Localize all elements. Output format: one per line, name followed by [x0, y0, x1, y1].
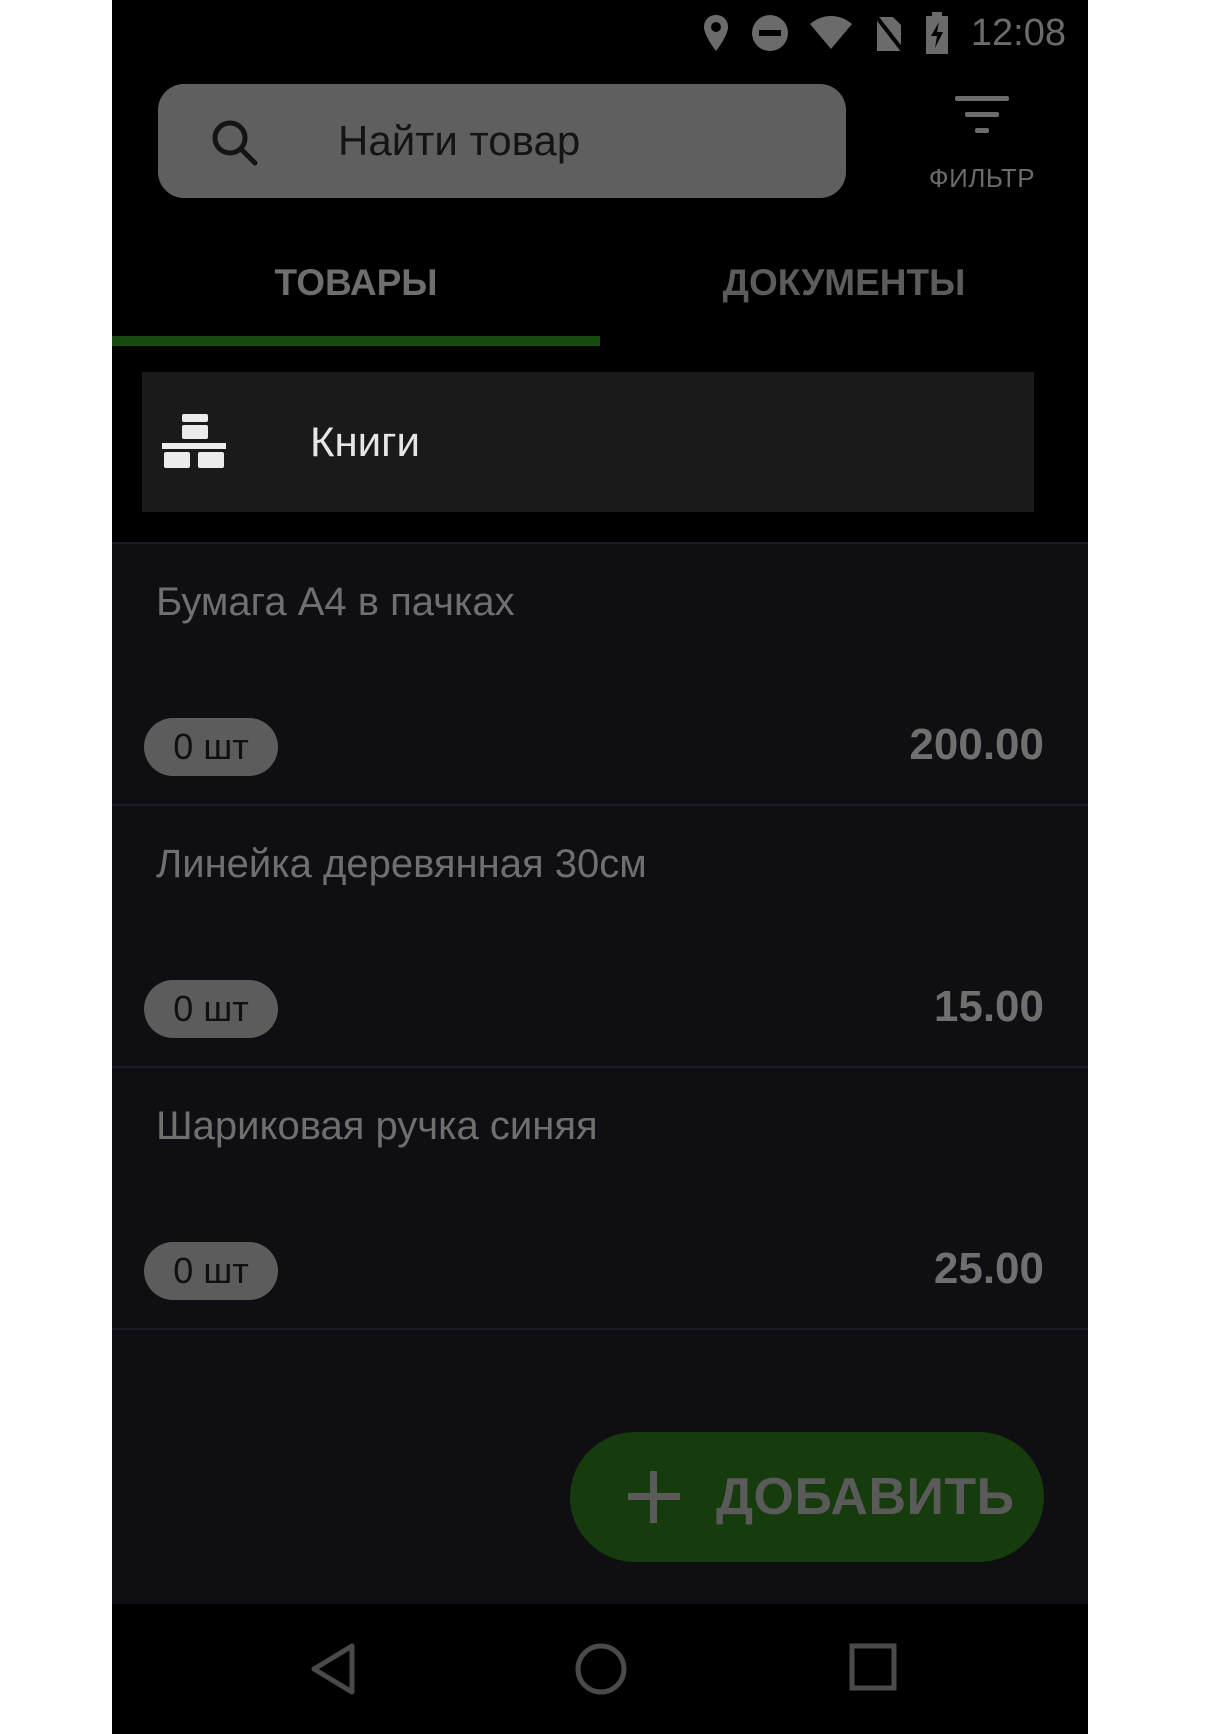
filter-label: ФИЛЬТР [928, 163, 1036, 193]
recents-icon[interactable] [848, 1642, 898, 1697]
active-tab-indicator [112, 336, 600, 346]
item-name: Линейка деревянная 30см [156, 842, 647, 886]
wifi-icon [809, 15, 853, 51]
tab-bar: ТОВАРЫ ДОКУМЕНТЫ [112, 240, 1088, 346]
tab-products[interactable]: ТОВАРЫ [112, 240, 600, 346]
list-divider [112, 1328, 1088, 1330]
search-input[interactable] [338, 84, 818, 198]
filter-icon[interactable] [912, 94, 1052, 141]
search-box[interactable] [158, 84, 846, 198]
battery-charging-icon [925, 12, 949, 54]
item-price: 25.00 [933, 1244, 1044, 1293]
home-icon[interactable] [574, 1642, 628, 1701]
no-sim-icon [873, 13, 905, 53]
tab-documents[interactable]: ДОКУМЕНТЫ [600, 240, 1088, 346]
list-item[interactable]: Линейка деревянная 30см 0 шт 15.00 [112, 804, 1088, 1066]
category-row[interactable]: Книги [142, 372, 1034, 512]
location-icon [701, 13, 731, 53]
category-boxes-icon [162, 414, 226, 477]
phone-screen: 12:08 ФИЛЬТР ТОВАРЫ ДОКУМЕНТЫ Книги Бума… [112, 0, 1088, 1734]
item-price: 15.00 [933, 982, 1044, 1031]
search-icon[interactable] [210, 118, 258, 171]
quantity-badge[interactable]: 0 шт [144, 1242, 278, 1300]
item-price: 200.00 [909, 720, 1044, 769]
back-icon[interactable] [308, 1642, 358, 1701]
add-button-label: ДОБАВИТЬ [716, 1468, 1015, 1526]
list-item[interactable]: Бумага А4 в пачках 0 шт 200.00 [112, 542, 1088, 804]
item-name: Бумага А4 в пачках [156, 580, 515, 624]
item-name: Шариковая ручка синяя [156, 1104, 598, 1148]
list-item[interactable]: Шариковая ручка синяя 0 шт 25.00 [112, 1066, 1088, 1328]
status-bar: 12:08 [112, 0, 1088, 66]
system-nav-bar [112, 1604, 1088, 1734]
filter-button[interactable]: ФИЛЬТР [912, 90, 1052, 210]
add-button[interactable]: ДОБАВИТЬ [570, 1432, 1044, 1562]
dnd-icon [751, 14, 789, 52]
category-label: Книги [310, 418, 420, 465]
quantity-badge[interactable]: 0 шт [144, 718, 278, 776]
plus-icon [626, 1469, 682, 1530]
quantity-badge[interactable]: 0 шт [144, 980, 278, 1038]
clock: 12:08 [970, 11, 1066, 54]
